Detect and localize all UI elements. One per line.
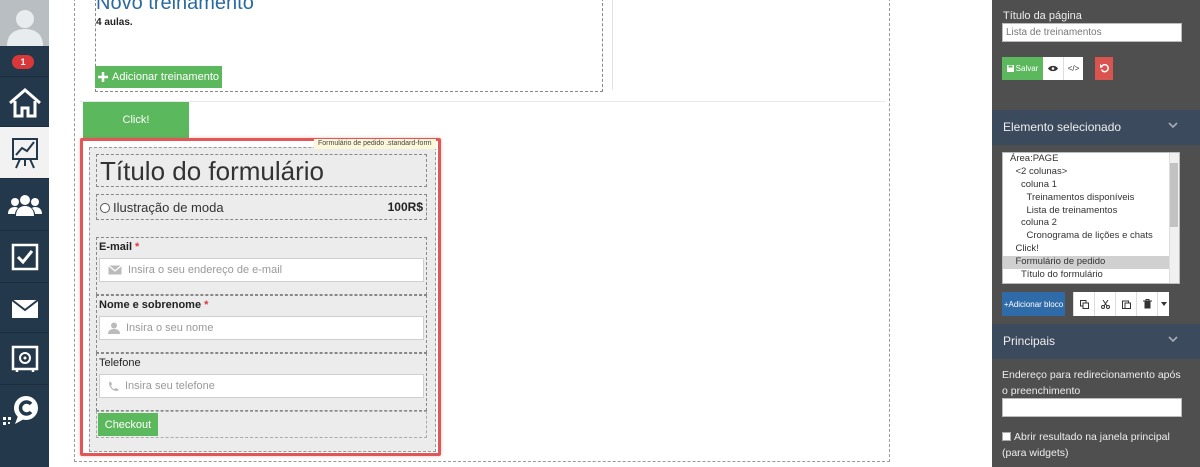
product-option[interactable]: Ilustração de moda 100R$ [96, 194, 427, 220]
selected-element-tag: Formulário de pedido .standard-form [314, 139, 436, 149]
scissors-icon [1100, 299, 1110, 309]
course-lesson-count: 4 aulas. [96, 17, 133, 28]
tree-scrollbar[interactable] [1169, 153, 1179, 283]
nav-safe[interactable] [0, 332, 49, 384]
envelope-icon [108, 265, 122, 275]
element-tree[interactable]: Área:PAGE <2 colunas> coluna 1 Treinamentos… [1002, 152, 1180, 284]
nav-tasks[interactable] [0, 230, 49, 282]
element-tree-list: Área:PAGE <2 colunas> coluna 1 Treinamentos… [1003, 153, 1179, 282]
tree-item[interactable]: <2 colunas> [1003, 166, 1179, 179]
nav-home[interactable] [0, 76, 49, 128]
email-field[interactable]: Insira o seu endereço de e-mail [99, 258, 424, 282]
selected-element-title: Elemento selecionado [1003, 120, 1122, 134]
paste-icon [1121, 300, 1131, 309]
open-result-checkbox[interactable] [1002, 432, 1011, 441]
tree-item[interactable]: Título do formulário [1003, 269, 1179, 282]
name-placeholder: Insira o seu nome [126, 322, 214, 334]
phone-label: Telefone [99, 357, 141, 369]
tree-item[interactable]: coluna 1 [1003, 179, 1179, 192]
copy-icon [1079, 299, 1089, 309]
notification-badge[interactable]: 1 [12, 55, 34, 69]
home-icon [8, 87, 41, 117]
add-training-label: Adicionar treinamento [111, 71, 219, 83]
source-code-button[interactable]: </> [1063, 57, 1083, 80]
tree-item[interactable]: coluna 2 [1003, 217, 1179, 230]
nav-presentation[interactable] [0, 126, 49, 178]
tree-scroll-thumb[interactable] [1170, 163, 1178, 227]
email-label: E-mail * [99, 241, 140, 253]
tree-item[interactable]: Lista de treinamentos [1003, 205, 1179, 218]
tree-item[interactable]: Formulário de pedido [1003, 256, 1179, 270]
page-title-input[interactable]: Lista de treinamentos [1002, 23, 1182, 42]
checkout-button[interactable]: Checkout [98, 413, 158, 436]
users-icon [7, 194, 42, 216]
user-avatar[interactable] [0, 0, 49, 46]
chat-logo-icon [13, 395, 38, 424]
floppy-icon [1006, 65, 1014, 72]
person-icon [108, 322, 120, 334]
left-navigation: 1 [0, 0, 49, 467]
trash-icon [1142, 299, 1152, 309]
form-title[interactable]: Título do formulário [96, 154, 427, 187]
product-price: 100R$ [387, 200, 423, 214]
checkbox-icon [11, 243, 38, 270]
column-divider [612, 0, 613, 90]
save-label: Salvar [1015, 64, 1039, 73]
caret-down-icon [1160, 302, 1167, 306]
tree-item[interactable]: Área:PAGE [1003, 153, 1179, 166]
redirect-url-input[interactable] [1002, 398, 1182, 417]
product-radio[interactable] [100, 202, 110, 213]
undo-icon [1099, 64, 1109, 73]
chevron-down-icon [1168, 122, 1178, 128]
click-button[interactable]: Click! [83, 102, 189, 138]
open-result-label: Abrir resultado na janela principal (par… [1002, 431, 1170, 459]
revert-button[interactable] [1095, 57, 1113, 80]
name-label: Nome e sobrenome * [99, 299, 209, 311]
add-block-button[interactable]: +Adicionar bloco [1002, 292, 1065, 316]
chevron-down-icon [1168, 336, 1178, 342]
course-title[interactable]: Novo treinamento [96, 0, 254, 15]
email-placeholder: Insira o seu endereço de e-mail [128, 264, 283, 276]
nav-mail[interactable] [0, 282, 49, 334]
safe-icon [11, 345, 38, 372]
redirect-label: Endereço para redirecionamento após o pr… [1002, 369, 1181, 397]
tree-item[interactable]: Cronograma de lições e chats [1003, 230, 1179, 243]
nav-chat[interactable] [0, 384, 49, 434]
qr-icon [3, 414, 11, 425]
paste-button[interactable] [1115, 292, 1136, 316]
phone-placeholder: Insira seu telefone [125, 380, 215, 392]
duplicate-button[interactable] [1073, 292, 1094, 316]
tree-item[interactable]: Click! [1003, 243, 1179, 256]
email-field-block: E-mail * Insira o seu endereço de e-mail [96, 237, 427, 295]
product-name: Ilustração de moda [113, 199, 224, 215]
name-field-block: Nome e sobrenome * Insira o seu nome [96, 295, 427, 353]
eye-icon [1048, 65, 1058, 72]
more-actions-dropdown[interactable] [1157, 292, 1169, 316]
name-field[interactable]: Insira o seu nome [99, 316, 424, 340]
required-marker: * [135, 241, 140, 253]
selected-element-header[interactable]: Elemento selecionado [992, 110, 1200, 145]
presentation-chart-icon [11, 137, 38, 168]
add-training-button[interactable]: Adicionar treinamento [95, 66, 222, 88]
plus-icon [97, 72, 108, 82]
user-silhouette-icon [6, 10, 43, 46]
tree-item[interactable]: Treinamentos disponíveis [1003, 192, 1179, 205]
preview-button[interactable] [1043, 57, 1063, 80]
required-marker: * [204, 299, 209, 311]
mail-icon [10, 298, 39, 318]
section-divider [80, 101, 885, 102]
delete-button[interactable] [1136, 292, 1157, 316]
phone-icon [109, 381, 119, 391]
cut-button[interactable] [1094, 292, 1115, 316]
main-settings-title: Principais [1003, 334, 1056, 348]
main-settings-header[interactable]: Principais [992, 324, 1200, 359]
page-title-label: Título da página [1003, 10, 1082, 22]
nav-users[interactable] [0, 178, 49, 230]
open-result-option[interactable]: Abrir resultado na janela principal (par… [1002, 429, 1188, 461]
phone-field[interactable]: Insira seu telefone [99, 374, 424, 398]
phone-field-block: Telefone Insira seu telefone [96, 353, 427, 411]
save-button[interactable]: Salvar [1002, 57, 1043, 80]
